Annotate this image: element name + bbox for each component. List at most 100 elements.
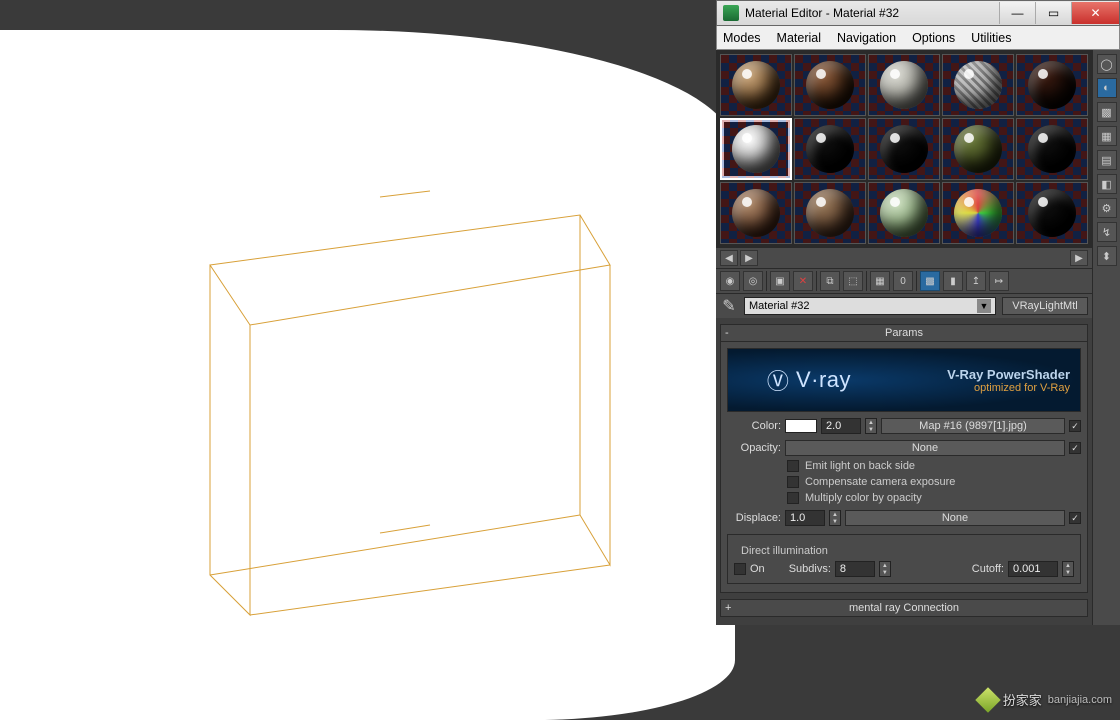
collapse-icon: - (725, 327, 729, 339)
displace-map-enable-checkbox[interactable] (1069, 512, 1081, 524)
menu-modes[interactable]: Modes (723, 31, 761, 45)
color-map-button[interactable]: Map #16 (9897[1].jpg) (881, 418, 1065, 434)
sample-slot[interactable] (794, 54, 866, 116)
opacity-label: Opacity: (727, 442, 781, 454)
compensate-exposure-checkbox[interactable] (787, 476, 799, 488)
material-id-icon[interactable]: 0 (893, 271, 913, 291)
cutoff-spinner-buttons[interactable]: ▲▼ (1062, 561, 1074, 577)
displace-spinner-buttons[interactable]: ▲▼ (829, 510, 841, 526)
vray-logo: Ⓥ V·ray (728, 364, 890, 396)
sample-slot[interactable] (868, 54, 940, 116)
menu-material[interactable]: Material (777, 31, 821, 45)
minimize-button[interactable]: — (999, 2, 1035, 24)
displace-spinner[interactable] (785, 510, 825, 526)
scroll-left-button[interactable]: ◀ (720, 250, 738, 266)
background-icon[interactable]: ▩ (1097, 102, 1117, 122)
title-bar[interactable]: Material Editor - Material #32 — ▭ ✕ (716, 0, 1120, 26)
material-map-navigator-icon[interactable]: ⬍ (1097, 246, 1117, 266)
sample-slot[interactable] (868, 182, 940, 244)
pick-material-icon[interactable]: ✎ (720, 297, 738, 315)
wireframe-box (180, 185, 620, 625)
on-label: On (750, 563, 765, 575)
scroll-end-button[interactable]: ▶ (1070, 250, 1088, 266)
reset-material-icon[interactable]: ✕ (793, 271, 813, 291)
menu-options[interactable]: Options (912, 31, 955, 45)
cutoff-label: Cutoff: (972, 563, 1004, 575)
separator (916, 271, 917, 291)
subdivs-label: Subdivs: (789, 563, 831, 575)
subdivs-spinner-buttons[interactable]: ▲▼ (879, 561, 891, 577)
separator (866, 271, 867, 291)
select-by-material-icon[interactable]: ↯ (1097, 222, 1117, 242)
color-label: Color: (727, 420, 781, 432)
rollout-params: - Params Ⓥ V·ray V-Ray PowerShader optim… (720, 324, 1088, 593)
multiplier-spinner-buttons[interactable]: ▲▼ (865, 418, 877, 434)
vray-line1: V-Ray PowerShader (947, 367, 1070, 382)
close-button[interactable]: ✕ (1071, 2, 1119, 24)
cutoff-spinner[interactable] (1008, 561, 1058, 577)
sample-type-icon[interactable]: ◯ (1097, 54, 1117, 74)
put-to-library-icon[interactable]: ▦ (870, 271, 890, 291)
sample-slot[interactable] (720, 118, 792, 180)
color-swatch[interactable] (785, 419, 817, 433)
material-name-field[interactable]: Material #32 ▼ (744, 297, 996, 315)
multiplier-spinner[interactable] (821, 418, 861, 434)
multiply-opacity-label: Multiply color by opacity (805, 492, 922, 504)
get-material-icon[interactable]: ◉ (720, 271, 740, 291)
name-dropdown-icon[interactable]: ▼ (977, 299, 991, 313)
maximize-button[interactable]: ▭ (1035, 2, 1071, 24)
sample-slot[interactable] (720, 54, 792, 116)
material-editor-window: Material Editor - Material #32 — ▭ ✕ Mod… (716, 0, 1120, 625)
put-to-scene-icon[interactable]: ◎ (743, 271, 763, 291)
options-icon[interactable]: ⚙ (1097, 198, 1117, 218)
sample-slot[interactable] (868, 118, 940, 180)
displace-map-button[interactable]: None (845, 510, 1065, 526)
app-icon (723, 5, 739, 21)
assign-to-selection-icon[interactable]: ▣ (770, 271, 790, 291)
sample-slot[interactable] (1016, 182, 1088, 244)
sample-slot[interactable] (794, 182, 866, 244)
rollout-header-params[interactable]: - Params (720, 324, 1088, 342)
sample-uv-icon[interactable]: ▦ (1097, 126, 1117, 146)
expand-icon: + (725, 602, 731, 614)
watermark: 扮家家 banjiajia.com (979, 690, 1112, 709)
emit-back-label: Emit light on back side (805, 460, 915, 472)
show-end-result-icon[interactable]: ▮ (943, 271, 963, 291)
sample-slot[interactable] (942, 118, 1014, 180)
make-copy-icon[interactable]: ⧉ (820, 271, 840, 291)
scroll-right-button[interactable]: ▶ (740, 250, 758, 266)
direct-illum-title: Direct illumination (738, 545, 831, 557)
material-toolbar: ◉ ◎ ▣ ✕ ⧉ ⬚ ▦ 0 ▩ ▮ ↥ ↦ (716, 268, 1092, 294)
video-color-icon[interactable]: ▤ (1097, 150, 1117, 170)
on-checkbox[interactable] (734, 563, 746, 575)
opacity-map-button[interactable]: None (785, 440, 1065, 456)
menu-navigation[interactable]: Navigation (837, 31, 896, 45)
sample-slot[interactable] (794, 118, 866, 180)
displace-label: Displace: (727, 512, 781, 524)
sample-slot[interactable] (942, 182, 1014, 244)
subdivs-spinner[interactable] (835, 561, 875, 577)
make-preview-icon[interactable]: ◧ (1097, 174, 1117, 194)
sample-slot[interactable] (720, 182, 792, 244)
material-name-bar: ✎ Material #32 ▼ VRayLightMtl (716, 294, 1092, 318)
multiply-opacity-checkbox[interactable] (787, 492, 799, 504)
go-to-parent-icon[interactable]: ↥ (966, 271, 986, 291)
sample-slot[interactable] (1016, 118, 1088, 180)
emit-back-checkbox[interactable] (787, 460, 799, 472)
color-map-enable-checkbox[interactable] (1069, 420, 1081, 432)
window-title: Material Editor - Material #32 (745, 6, 999, 20)
watermark-text: 扮家家 (1003, 690, 1042, 709)
opacity-map-enable-checkbox[interactable] (1069, 442, 1081, 454)
sample-slot[interactable] (1016, 54, 1088, 116)
backlight-icon[interactable]: ◐ (1097, 78, 1117, 98)
separator (816, 271, 817, 291)
go-forward-icon[interactable]: ↦ (989, 271, 1009, 291)
material-type-button[interactable]: VRayLightMtl (1002, 297, 1088, 315)
menu-utilities[interactable]: Utilities (971, 31, 1011, 45)
sample-slot[interactable] (942, 54, 1014, 116)
compensate-exposure-label: Compensate camera exposure (805, 476, 955, 488)
make-unique-icon[interactable]: ⬚ (843, 271, 863, 291)
show-map-in-viewport-icon[interactable]: ▩ (920, 271, 940, 291)
rollout-header-mentalray[interactable]: + mental ray Connection (720, 599, 1088, 617)
sample-tools-column: ◯ ◐ ▩ ▦ ▤ ◧ ⚙ ↯ ⬍ (1092, 50, 1120, 625)
